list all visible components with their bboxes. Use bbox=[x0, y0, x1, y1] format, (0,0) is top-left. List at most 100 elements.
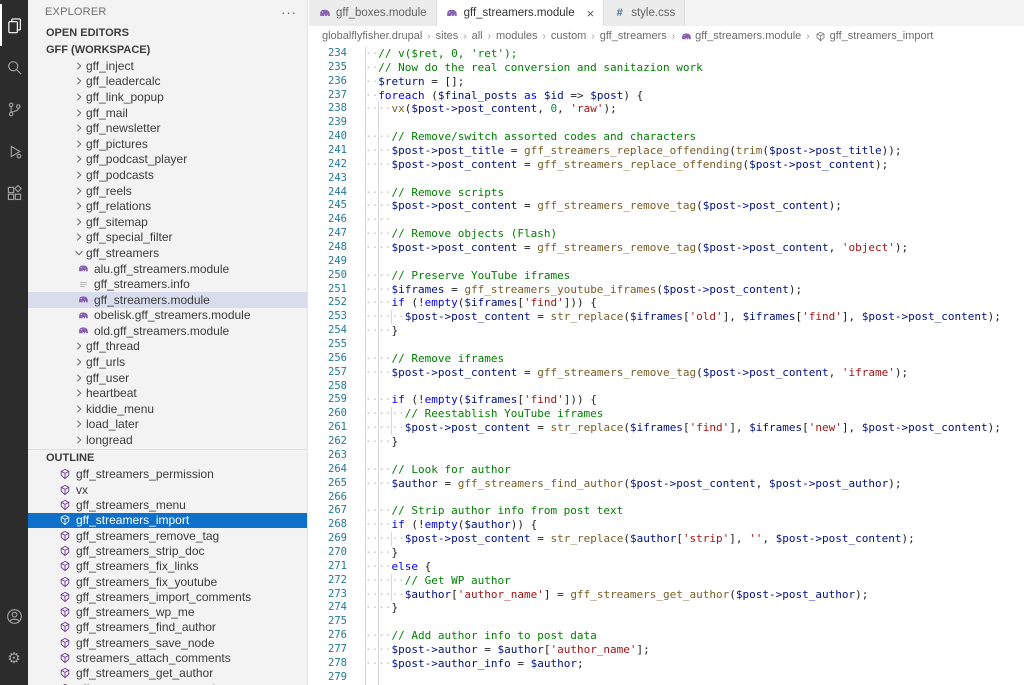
activity-source-control[interactable] bbox=[0, 88, 28, 130]
code-line[interactable]: 259····if (!empty($iframes['find'])) { bbox=[309, 393, 1024, 407]
section-outline[interactable]: OUTLINE bbox=[28, 449, 307, 467]
tree-item-gff_special_filter[interactable]: gff_special_filter bbox=[28, 230, 307, 246]
tree-item-gff_leadercalc[interactable]: gff_leadercalc bbox=[28, 74, 307, 90]
outline-item-gff_streamers_create_author[interactable]: gff_streamers_create_author bbox=[28, 681, 307, 685]
outline-item-gff_streamers_import[interactable]: gff_streamers_import bbox=[28, 513, 307, 528]
tree-item-gff_sitemap[interactable]: gff_sitemap bbox=[28, 214, 307, 230]
code-line[interactable]: 238····vx($post->post_content, 0, 'raw')… bbox=[309, 102, 1024, 116]
code-line[interactable]: 235··// Now do the real conversion and s… bbox=[309, 61, 1024, 75]
tree-item-gff_urls[interactable]: gff_urls bbox=[28, 354, 307, 370]
code-line[interactable]: 246···· bbox=[309, 213, 1024, 227]
code-editor[interactable]: 234··// v($ret, 0, 'ret');235··// Now do… bbox=[309, 47, 1024, 685]
breadcrumb-item-gff_streamers[interactable]: gff_streamers bbox=[600, 30, 667, 42]
tree-item-old.gff_streamers.module[interactable]: old.gff_streamers.module bbox=[28, 323, 307, 339]
tree-item-gff_link_popup[interactable]: gff_link_popup bbox=[28, 89, 307, 105]
outline-item-gff_streamers_wp_me[interactable]: gff_streamers_wp_me bbox=[28, 605, 307, 620]
code-line[interactable]: 236··$return = []; bbox=[309, 75, 1024, 89]
outline-item-gff_streamers_save_node[interactable]: gff_streamers_save_node bbox=[28, 635, 307, 650]
tree-item-gff_pictures[interactable]: gff_pictures bbox=[28, 136, 307, 152]
tree-item-gff_newsletter[interactable]: gff_newsletter bbox=[28, 120, 307, 136]
tree-item-gff_relations[interactable]: gff_relations bbox=[28, 198, 307, 214]
code-line[interactable]: 271····else { bbox=[309, 560, 1024, 574]
code-line[interactable]: 255 bbox=[309, 338, 1024, 352]
code-line[interactable]: 272······// Get WP author bbox=[309, 574, 1024, 588]
tree-item-gff_streamers.info[interactable]: gff_streamers.info bbox=[28, 276, 307, 292]
code-line[interactable]: 266 bbox=[309, 491, 1024, 505]
code-line[interactable]: 267····// Strip author info from post te… bbox=[309, 504, 1024, 518]
tree-item-gff_mail[interactable]: gff_mail bbox=[28, 105, 307, 121]
code-line[interactable]: 261······$post->post_content = str_repla… bbox=[309, 421, 1024, 435]
breadcrumb-item-sites[interactable]: sites bbox=[436, 30, 459, 42]
outline-item-gff_streamers_find_author[interactable]: gff_streamers_find_author bbox=[28, 620, 307, 635]
code-line[interactable]: 242····$post->post_content = gff_streame… bbox=[309, 158, 1024, 172]
breadcrumb-item-gff_streamers_import[interactable]: gff_streamers_import bbox=[815, 30, 934, 42]
tree-item-load_later[interactable]: load_later bbox=[28, 417, 307, 433]
breadcrumb-item-custom[interactable]: custom bbox=[551, 30, 586, 42]
code-line[interactable]: 260······// Reestablish YouTube iframes bbox=[309, 407, 1024, 421]
breadcrumb-item-modules[interactable]: modules bbox=[496, 30, 538, 42]
tree-item-kiddie_menu[interactable]: kiddie_menu bbox=[28, 401, 307, 417]
code-line[interactable]: 243 bbox=[309, 172, 1024, 186]
code-line[interactable]: 270····} bbox=[309, 546, 1024, 560]
tab-gff_boxes.module[interactable]: gff_boxes.module bbox=[309, 0, 437, 26]
tree-item-gff_streamers[interactable]: gff_streamers bbox=[28, 245, 307, 261]
outline-item-gff_streamers_strip_doc[interactable]: gff_streamers_strip_doc bbox=[28, 543, 307, 558]
code-line[interactable]: 277····$post->author = $author['author_n… bbox=[309, 643, 1024, 657]
outline-item-streamers_attach_comments[interactable]: streamers_attach_comments bbox=[28, 650, 307, 665]
code-line[interactable]: 239 bbox=[309, 116, 1024, 130]
code-line[interactable]: 257····$post->post_content = gff_streame… bbox=[309, 366, 1024, 380]
outline-item-gff_streamers_fix_links[interactable]: gff_streamers_fix_links bbox=[28, 559, 307, 574]
outline-item-vx[interactable]: vx bbox=[28, 482, 307, 497]
outline-item-gff_streamers_menu[interactable]: gff_streamers_menu bbox=[28, 497, 307, 512]
tree-item-gff_reels[interactable]: gff_reels bbox=[28, 183, 307, 199]
code-line[interactable]: 251····$iframes = gff_streamers_youtube_… bbox=[309, 283, 1024, 297]
code-line[interactable]: 244····// Remove scripts bbox=[309, 186, 1024, 200]
code-line[interactable]: 248····$post->post_content = gff_streame… bbox=[309, 241, 1024, 255]
tree-item-heartbeat[interactable]: heartbeat bbox=[28, 385, 307, 401]
activity-extensions[interactable] bbox=[0, 172, 28, 214]
code-line[interactable]: 274····} bbox=[309, 601, 1024, 615]
code-line[interactable]: 278····$post->author_info = $author; bbox=[309, 657, 1024, 671]
code-line[interactable]: 237··foreach ($final_posts as $id => $po… bbox=[309, 89, 1024, 103]
breadcrumb-item-gff_streamers.module[interactable]: gff_streamers.module bbox=[680, 30, 801, 42]
more-actions-button[interactable]: ··· bbox=[281, 6, 297, 19]
outline-item-gff_streamers_get_author[interactable]: gff_streamers_get_author bbox=[28, 666, 307, 681]
breadcrumb-item-all[interactable]: all bbox=[472, 30, 483, 42]
tree-item-gff_thread[interactable]: gff_thread bbox=[28, 339, 307, 355]
code-line[interactable]: 279 bbox=[309, 671, 1024, 685]
activity-run-debug[interactable] bbox=[0, 130, 28, 172]
section-workspace[interactable]: GFF (WORKSPACE) bbox=[28, 41, 307, 58]
code-line[interactable]: 275 bbox=[309, 615, 1024, 629]
tab-gff_streamers.module[interactable]: gff_streamers.module× bbox=[437, 0, 605, 26]
activity-accounts[interactable] bbox=[0, 595, 28, 637]
code-line[interactable]: 247····// Remove objects (Flash) bbox=[309, 227, 1024, 241]
activity-search[interactable] bbox=[0, 46, 28, 88]
code-line[interactable]: 254····} bbox=[309, 324, 1024, 338]
activity-explorer[interactable] bbox=[0, 4, 28, 46]
code-line[interactable]: 256····// Remove iframes bbox=[309, 352, 1024, 366]
tree-item-alu.gff_streamers.module[interactable]: alu.gff_streamers.module bbox=[28, 261, 307, 277]
code-line[interactable]: 240····// Remove/switch assorted codes a… bbox=[309, 130, 1024, 144]
tab-style.css[interactable]: #style.css bbox=[604, 0, 685, 26]
code-line[interactable]: 241····$post->post_title = gff_streamers… bbox=[309, 144, 1024, 158]
code-line[interactable]: 249 bbox=[309, 255, 1024, 269]
code-line[interactable]: 250····// Preserve YouTube iframes bbox=[309, 269, 1024, 283]
tree-item-gff_podcasts[interactable]: gff_podcasts bbox=[28, 167, 307, 183]
activity-settings[interactable]: ⚙ bbox=[0, 637, 28, 679]
tree-item-obelisk.gff_streamers.module[interactable]: obelisk.gff_streamers.module bbox=[28, 308, 307, 324]
tree-item-gff_user[interactable]: gff_user bbox=[28, 370, 307, 386]
outline-item-gff_streamers_permission[interactable]: gff_streamers_permission bbox=[28, 467, 307, 482]
breadcrumb-item-globalflyfisher.drupal[interactable]: globalflyfisher.drupal bbox=[322, 30, 422, 42]
section-open-editors[interactable]: OPEN EDITORS bbox=[28, 24, 307, 41]
code-line[interactable]: 234··// v($ret, 0, 'ret'); bbox=[309, 47, 1024, 61]
outline-item-gff_streamers_import_comments[interactable]: gff_streamers_import_comments bbox=[28, 589, 307, 604]
code-line[interactable]: 265····$author = gff_streamers_find_auth… bbox=[309, 477, 1024, 491]
code-line[interactable]: 263 bbox=[309, 449, 1024, 463]
code-line[interactable]: 258 bbox=[309, 380, 1024, 394]
tree-item-gff_podcast_player[interactable]: gff_podcast_player bbox=[28, 152, 307, 168]
close-icon[interactable]: × bbox=[587, 7, 595, 20]
code-line[interactable]: 268····if (!empty($author)) { bbox=[309, 518, 1024, 532]
outline-item-gff_streamers_remove_tag[interactable]: gff_streamers_remove_tag bbox=[28, 528, 307, 543]
code-line[interactable]: 252····if (!empty($iframes['find'])) { bbox=[309, 296, 1024, 310]
code-line[interactable]: 264····// Look for author bbox=[309, 463, 1024, 477]
